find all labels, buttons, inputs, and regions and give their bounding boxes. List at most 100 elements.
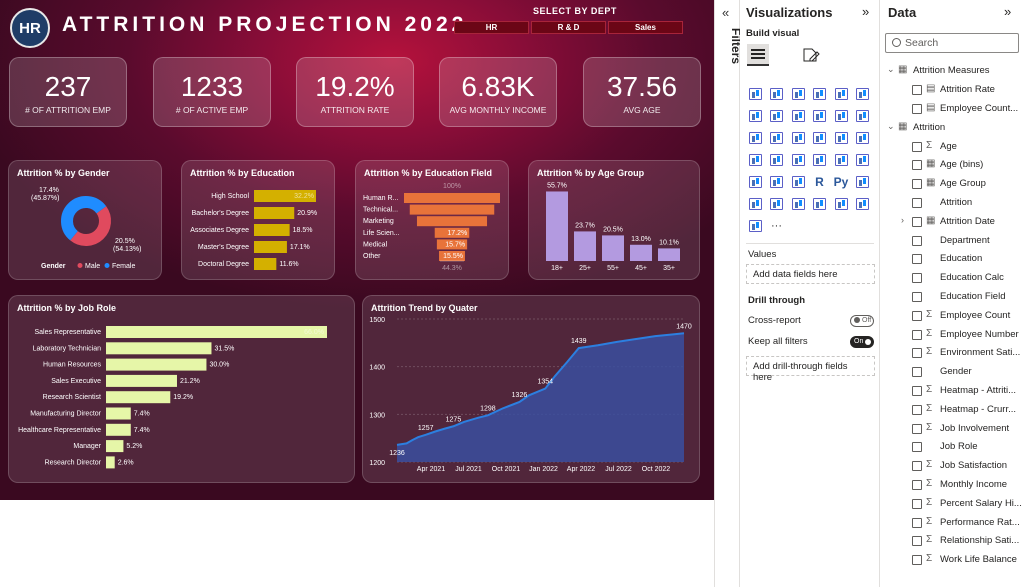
more-visual-icon[interactable]: ···	[768, 217, 786, 234]
field-checkbox[interactable]	[912, 198, 922, 208]
chevron-down-icon[interactable]: ⌄	[887, 64, 895, 75]
stacked-bar-visual-icon[interactable]	[746, 85, 764, 102]
field-checkbox[interactable]	[912, 423, 922, 434]
gender-chart-card[interactable]: Attrition % by Gender 17.4% (45.87%) 20.5%…	[8, 160, 162, 280]
field-checkbox[interactable]	[912, 517, 922, 528]
multirow-card-visual-icon[interactable]	[832, 151, 850, 168]
field-item[interactable]: Department	[880, 232, 1024, 250]
collapse-right-icon[interactable]: »	[862, 4, 869, 19]
field-checkbox[interactable]	[912, 367, 922, 378]
100-bar-visual-icon[interactable]	[832, 85, 850, 102]
field-checkbox[interactable]	[912, 273, 922, 284]
field-item[interactable]: Education	[880, 250, 1024, 268]
kpi-active-emp[interactable]: 1233 # OF ACTIVE EMP	[153, 57, 271, 127]
age-group-chart-card[interactable]: Attrition % by Age Group 55.7% 18+ 23.7% 25…	[528, 160, 700, 280]
field-item[interactable]: › ▦ Attrition Date	[880, 213, 1024, 231]
field-item[interactable]: Σ Performance Rat...	[880, 514, 1024, 532]
field-item[interactable]: ▤ Attrition Rate	[880, 81, 1024, 99]
line-stacked-visual-icon[interactable]	[832, 107, 850, 124]
job-role-chart-card[interactable]: Attrition % by Job Role Sales Representa…	[8, 295, 355, 483]
field-item[interactable]: Σ Environment Sati...	[880, 344, 1024, 362]
metrics-visual-icon[interactable]	[811, 195, 829, 212]
stacked-area-visual-icon[interactable]	[789, 107, 807, 124]
qa-visual-icon[interactable]	[768, 195, 786, 212]
field-checkbox[interactable]	[912, 254, 922, 265]
filled-map-visual-icon[interactable]	[768, 151, 786, 168]
field-item[interactable]: Attrition	[880, 194, 1024, 212]
field-checkbox[interactable]	[912, 480, 922, 490]
field-checkbox[interactable]	[912, 442, 922, 453]
field-item[interactable]: Σ Percent Salary Hi...	[880, 495, 1024, 513]
narrative-visual-icon[interactable]	[789, 195, 807, 212]
values-field-well[interactable]: Add data fields here	[746, 264, 875, 284]
field-checkbox[interactable]	[912, 498, 922, 509]
slicer-visual-icon[interactable]	[746, 173, 764, 190]
trend-chart-card[interactable]: Attrition Trend by Quater 1200 1300 1400 15…	[362, 295, 700, 483]
kpi-monthly-income[interactable]: 6.83K AVG MONTHLY INCOME	[439, 57, 557, 127]
kpi-attrition-emp[interactable]: 237 # OF ATTRITION EMP	[9, 57, 127, 127]
field-checkbox[interactable]	[912, 292, 922, 302]
dept-rd-button[interactable]: R & D	[531, 21, 606, 34]
field-checkbox[interactable]	[912, 85, 922, 95]
field-checkbox[interactable]	[912, 235, 922, 246]
stacked-column-visual-icon[interactable]	[768, 85, 786, 102]
field-item[interactable]: Gender	[880, 363, 1024, 381]
field-item[interactable]: Σ Age	[880, 138, 1024, 156]
donut-visual-icon[interactable]	[832, 129, 850, 146]
collapse-left-icon[interactable]: «	[722, 5, 729, 20]
matrix-visual-icon[interactable]	[789, 173, 807, 190]
waterfall-visual-icon[interactable]	[746, 129, 764, 146]
drill-through-field-well[interactable]: Add drill-through fields here	[746, 356, 875, 383]
field-checkbox[interactable]	[912, 404, 922, 415]
build-visual-tab-icon[interactable]	[747, 44, 769, 66]
table-visual-icon[interactable]	[768, 173, 786, 190]
area-visual-icon[interactable]	[768, 107, 786, 124]
search-input[interactable]: Search	[885, 33, 1019, 53]
decomp-tree-visual-icon[interactable]	[746, 195, 764, 212]
field-checkbox[interactable]	[912, 216, 922, 227]
table-attrition-measures[interactable]: ⌄ ▦ Attrition Measures	[880, 62, 1024, 80]
field-checkbox[interactable]	[912, 348, 922, 359]
chevron-right-icon[interactable]: ›	[901, 215, 904, 225]
field-checkbox[interactable]	[912, 160, 922, 171]
paginated-visual-icon[interactable]	[832, 195, 850, 212]
field-checkbox[interactable]	[912, 386, 922, 396]
field-checkbox[interactable]	[912, 179, 922, 190]
100-column-visual-icon[interactable]	[854, 85, 872, 102]
field-item[interactable]: Σ Job Satisfaction	[880, 457, 1024, 475]
field-item[interactable]: Σ Monthly Income	[880, 476, 1024, 494]
field-item[interactable]: Σ Job Involvement	[880, 420, 1024, 438]
field-checkbox[interactable]	[912, 310, 922, 321]
field-checkbox[interactable]	[912, 461, 922, 472]
cross-report-toggle[interactable]: Off	[850, 315, 874, 327]
clustered-bar-visual-icon[interactable]	[789, 85, 807, 102]
dept-hr-button[interactable]: HR	[454, 21, 529, 34]
line-visual-icon[interactable]	[746, 107, 764, 124]
power-automate-visual-icon[interactable]	[746, 217, 764, 234]
education-chart-card[interactable]: Attrition % by Education High School 32.2…	[181, 160, 335, 280]
field-item[interactable]: ▦ Age Group	[880, 175, 1024, 193]
field-checkbox[interactable]	[912, 555, 922, 566]
power-apps-visual-icon[interactable]	[854, 195, 872, 212]
field-item[interactable]: Job Role	[880, 438, 1024, 456]
field-item[interactable]: Σ Heatmap - Attriti...	[880, 382, 1024, 400]
field-checkbox[interactable]	[912, 141, 922, 152]
python-visual-visual-icon[interactable]: Py	[832, 173, 850, 190]
field-item[interactable]: Σ Heatmap - Crurr...	[880, 401, 1024, 419]
field-item[interactable]: ▦ Age (bins)	[880, 156, 1024, 174]
filters-pane[interactable]: « Filters	[714, 0, 743, 587]
card-visual-icon[interactable]	[811, 151, 829, 168]
r-visual-visual-icon[interactable]: R	[811, 173, 829, 190]
gauge-visual-icon[interactable]	[789, 151, 807, 168]
line-column-visual-icon[interactable]	[811, 107, 829, 124]
key-influencers-visual-icon[interactable]	[854, 173, 872, 190]
field-checkbox[interactable]	[912, 329, 922, 340]
treemap-visual-icon[interactable]	[854, 129, 872, 146]
funnel-visual-icon[interactable]	[768, 129, 786, 146]
field-item[interactable]: Σ Relationship Sati...	[880, 532, 1024, 550]
clustered-column-visual-icon[interactable]	[811, 85, 829, 102]
kpi-attrition-rate[interactable]: 19.2% ATTRITION RATE	[296, 57, 414, 127]
collapse-right-icon[interactable]: »	[1004, 4, 1011, 19]
format-visual-tab-icon[interactable]	[800, 44, 822, 66]
keep-filters-toggle[interactable]: On	[850, 336, 874, 348]
